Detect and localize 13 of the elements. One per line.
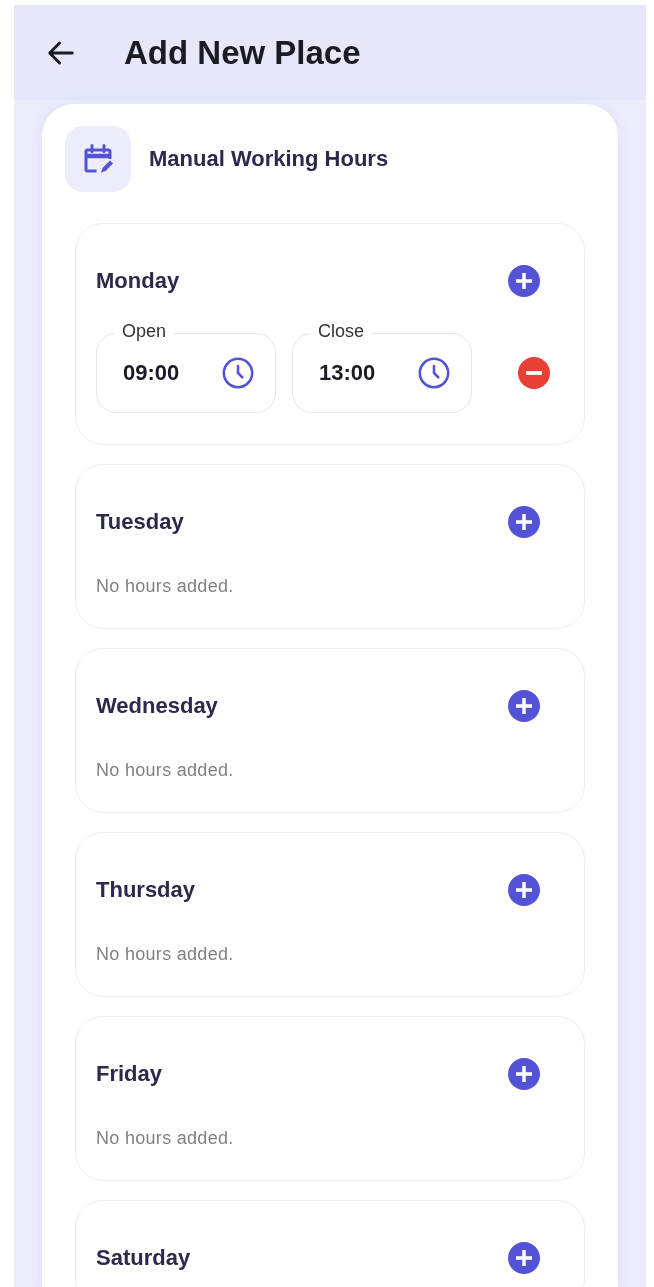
day-name: Wednesday — [96, 693, 218, 719]
day-name: Thursday — [96, 877, 196, 903]
day-name: Tuesday — [96, 509, 184, 535]
empty-hours-text: No hours added. — [96, 1128, 235, 1149]
section-title: Manual Working Hours — [149, 146, 389, 172]
empty-hours-text: No hours added. — [96, 760, 235, 781]
empty-hours-text: No hours added. — [96, 576, 235, 597]
empty-hours-text: No hours added. — [96, 944, 235, 965]
day-name: Monday — [96, 268, 180, 294]
field-label: Open — [114, 321, 175, 342]
day-name: Saturday — [96, 1245, 191, 1271]
page-title: Add New Place — [124, 33, 361, 72]
day-name: Friday — [96, 1061, 163, 1087]
